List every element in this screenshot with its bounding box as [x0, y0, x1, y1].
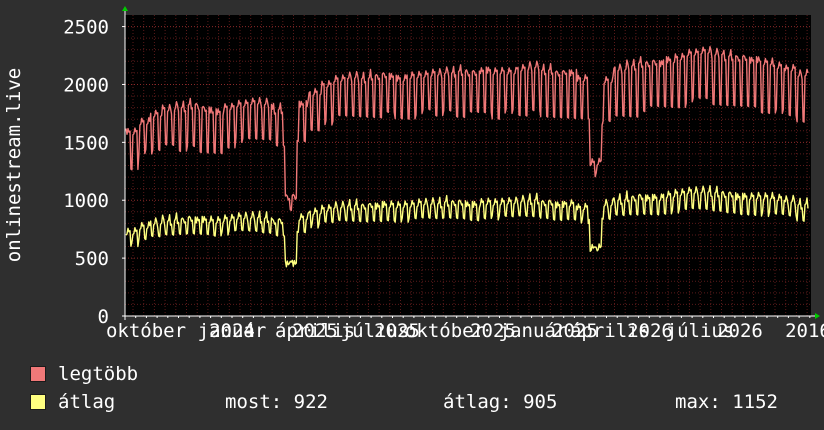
- legend-swatch-max: [30, 366, 46, 382]
- legend-swatch-avg: [30, 394, 46, 410]
- y-axis-arrow: [122, 6, 128, 11]
- legend-label-avg: átlag: [58, 391, 116, 413]
- y-tick-label: 1000: [63, 190, 109, 212]
- stat-maximum: max: 1152: [675, 391, 778, 413]
- stat-average: átlag: 905: [443, 391, 558, 413]
- y-tick-label: 2500: [63, 17, 109, 39]
- stat-current: most: 922: [225, 391, 328, 413]
- x-ticks: október január2024 április2025 július2025ok…: [106, 320, 824, 342]
- y-tick-label: 2000: [63, 74, 109, 96]
- x-tick-label: 2024: [209, 320, 255, 342]
- x-tick-label: 2026: [717, 320, 763, 342]
- y-ticks: 05001000150020002500: [63, 17, 109, 328]
- x-tick-label: 2016: [785, 320, 824, 342]
- y-axis-label: onlinestream.live: [3, 68, 25, 262]
- x-tick-label: október: [106, 320, 186, 342]
- x-axis-arrow: [815, 313, 820, 319]
- y-tick-label: 500: [75, 248, 109, 270]
- legend-item-avg: átlag most: 922 átlag: 905 max: 1152: [30, 390, 810, 414]
- x-tick-label: 2025: [292, 320, 338, 342]
- y-tick-label: 1500: [63, 132, 109, 154]
- legend-label-max: legtöbb: [58, 363, 139, 385]
